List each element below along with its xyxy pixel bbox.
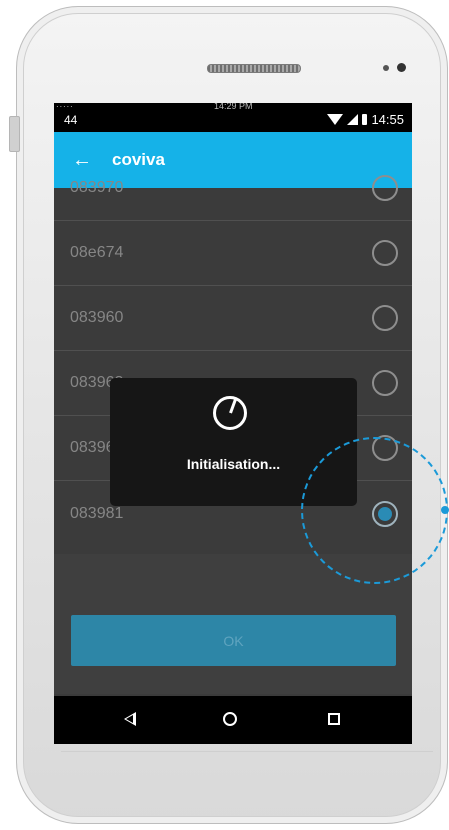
status-left-text: 44 (64, 113, 78, 127)
nav-recents-icon[interactable] (328, 713, 340, 725)
tap-indicator (301, 437, 448, 584)
status-time: 14:55 (371, 112, 404, 127)
signal-icon (347, 114, 359, 125)
nav-home-icon[interactable] (223, 712, 237, 726)
side-button (9, 116, 20, 152)
ok-button[interactable]: OK (71, 615, 396, 666)
radio-button[interactable] (372, 240, 398, 266)
status-ghost-dots: ∙∙∙∙∙ (56, 103, 74, 111)
status-ghost-time: 14:29 PM (214, 103, 253, 111)
nav-back-icon[interactable] (124, 712, 136, 726)
spinner-icon (213, 396, 247, 430)
radio-button[interactable] (372, 175, 398, 201)
list-item-code: 083960 (70, 309, 124, 326)
wifi-icon (327, 114, 344, 125)
radio-button[interactable] (372, 305, 398, 331)
front-camera (397, 63, 406, 72)
radio-button[interactable] (372, 370, 398, 396)
list-item-code: 083970 (70, 179, 124, 196)
list-item[interactable]: 08e674 (54, 221, 412, 286)
list-item-code: 08e674 (70, 244, 124, 261)
status-bar: ∙∙∙∙∙ 14:29 PM 44 14:55 (54, 103, 412, 132)
tap-indicator-dot (441, 506, 449, 514)
status-right: 14:55 (327, 112, 404, 127)
sensor-dot (383, 65, 389, 71)
list-item[interactable]: 083960 (54, 286, 412, 351)
phone-chin (61, 751, 433, 808)
speaker-grille (207, 64, 301, 73)
battery-icon (362, 114, 368, 125)
list-item[interactable]: 083970 (54, 156, 412, 221)
navigation-bar (54, 696, 412, 744)
list-item-code: 083981 (70, 504, 124, 522)
screen: ∙∙∙∙∙ 14:29 PM 44 14:55 ← coviva 083970 … (54, 103, 412, 744)
